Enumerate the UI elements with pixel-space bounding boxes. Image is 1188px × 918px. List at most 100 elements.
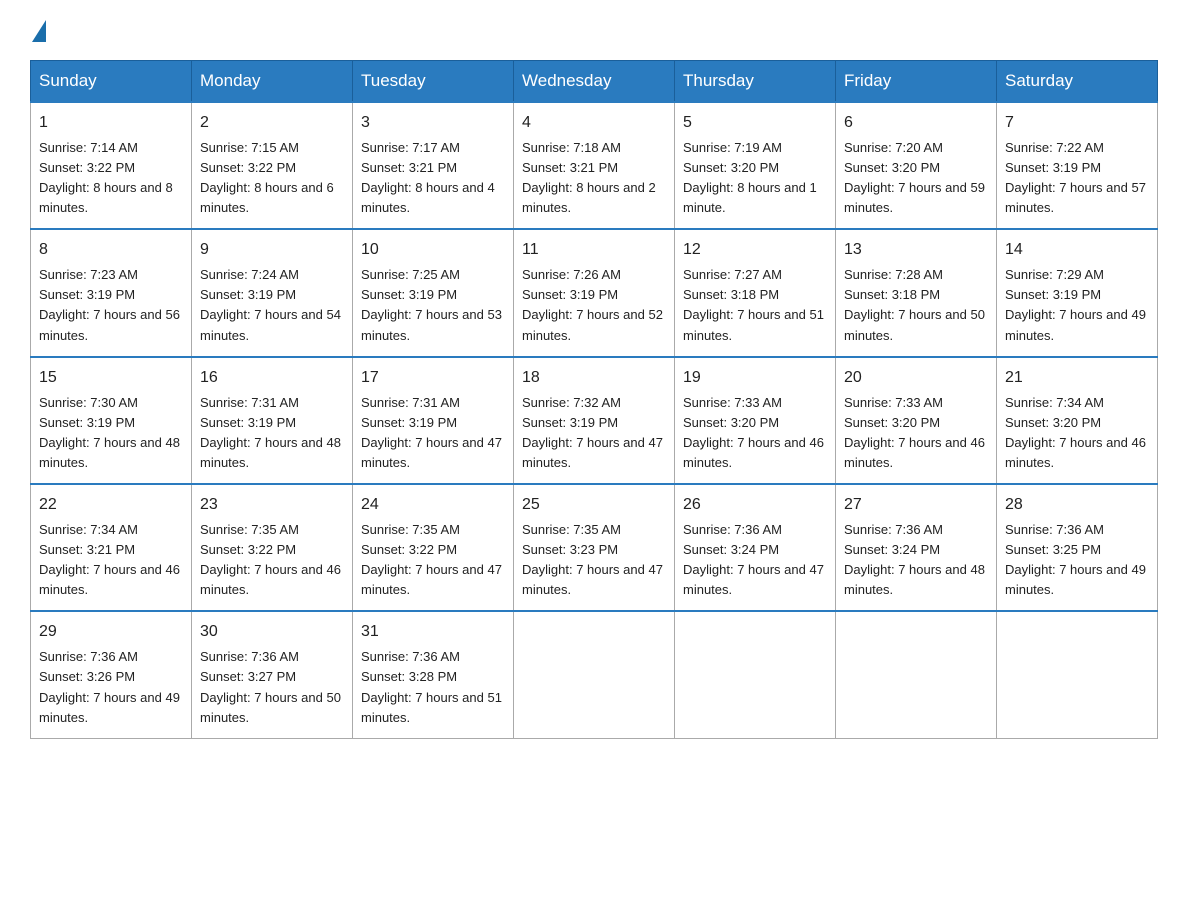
sunset-text: Sunset: 3:19 PM bbox=[522, 287, 618, 302]
sunset-text: Sunset: 3:19 PM bbox=[39, 415, 135, 430]
sunrise-text: Sunrise: 7:34 AM bbox=[1005, 395, 1104, 410]
calendar-cell: 12Sunrise: 7:27 AMSunset: 3:18 PMDayligh… bbox=[675, 229, 836, 356]
week-row-1: 1Sunrise: 7:14 AMSunset: 3:22 PMDaylight… bbox=[31, 102, 1158, 229]
sunset-text: Sunset: 3:22 PM bbox=[361, 542, 457, 557]
sunset-text: Sunset: 3:24 PM bbox=[683, 542, 779, 557]
sunset-text: Sunset: 3:19 PM bbox=[200, 415, 296, 430]
day-number: 19 bbox=[683, 366, 827, 391]
sunrise-text: Sunrise: 7:25 AM bbox=[361, 267, 460, 282]
calendar-cell bbox=[836, 611, 997, 738]
daylight-text: Daylight: 7 hours and 46 minutes. bbox=[39, 562, 180, 597]
day-number: 3 bbox=[361, 111, 505, 136]
daylight-text: Daylight: 7 hours and 49 minutes. bbox=[1005, 562, 1146, 597]
calendar-cell: 24Sunrise: 7:35 AMSunset: 3:22 PMDayligh… bbox=[353, 484, 514, 611]
sunrise-text: Sunrise: 7:32 AM bbox=[522, 395, 621, 410]
sunrise-text: Sunrise: 7:15 AM bbox=[200, 140, 299, 155]
day-number: 30 bbox=[200, 620, 344, 645]
sunset-text: Sunset: 3:18 PM bbox=[683, 287, 779, 302]
daylight-text: Daylight: 7 hours and 54 minutes. bbox=[200, 307, 341, 342]
sunset-text: Sunset: 3:19 PM bbox=[522, 415, 618, 430]
weekday-header-row: SundayMondayTuesdayWednesdayThursdayFrid… bbox=[31, 61, 1158, 103]
calendar-cell: 21Sunrise: 7:34 AMSunset: 3:20 PMDayligh… bbox=[997, 357, 1158, 484]
day-number: 8 bbox=[39, 238, 183, 263]
weekday-header-wednesday: Wednesday bbox=[514, 61, 675, 103]
day-number: 31 bbox=[361, 620, 505, 645]
daylight-text: Daylight: 7 hours and 49 minutes. bbox=[1005, 307, 1146, 342]
sunrise-text: Sunrise: 7:23 AM bbox=[39, 267, 138, 282]
day-number: 12 bbox=[683, 238, 827, 263]
calendar-cell: 17Sunrise: 7:31 AMSunset: 3:19 PMDayligh… bbox=[353, 357, 514, 484]
sunset-text: Sunset: 3:20 PM bbox=[1005, 415, 1101, 430]
day-number: 11 bbox=[522, 238, 666, 263]
daylight-text: Daylight: 7 hours and 47 minutes. bbox=[522, 562, 663, 597]
calendar-cell bbox=[675, 611, 836, 738]
calendar-cell: 10Sunrise: 7:25 AMSunset: 3:19 PMDayligh… bbox=[353, 229, 514, 356]
sunrise-text: Sunrise: 7:34 AM bbox=[39, 522, 138, 537]
daylight-text: Daylight: 8 hours and 8 minutes. bbox=[39, 180, 173, 215]
daylight-text: Daylight: 7 hours and 49 minutes. bbox=[39, 690, 180, 725]
daylight-text: Daylight: 7 hours and 52 minutes. bbox=[522, 307, 663, 342]
calendar-cell: 2Sunrise: 7:15 AMSunset: 3:22 PMDaylight… bbox=[192, 102, 353, 229]
sunset-text: Sunset: 3:18 PM bbox=[844, 287, 940, 302]
calendar-cell: 1Sunrise: 7:14 AMSunset: 3:22 PMDaylight… bbox=[31, 102, 192, 229]
sunrise-text: Sunrise: 7:33 AM bbox=[844, 395, 943, 410]
day-number: 9 bbox=[200, 238, 344, 263]
daylight-text: Daylight: 7 hours and 47 minutes. bbox=[522, 435, 663, 470]
sunset-text: Sunset: 3:22 PM bbox=[200, 542, 296, 557]
day-number: 13 bbox=[844, 238, 988, 263]
sunset-text: Sunset: 3:21 PM bbox=[361, 160, 457, 175]
calendar-cell: 6Sunrise: 7:20 AMSunset: 3:20 PMDaylight… bbox=[836, 102, 997, 229]
calendar-cell: 20Sunrise: 7:33 AMSunset: 3:20 PMDayligh… bbox=[836, 357, 997, 484]
sunset-text: Sunset: 3:22 PM bbox=[200, 160, 296, 175]
daylight-text: Daylight: 8 hours and 1 minute. bbox=[683, 180, 817, 215]
weekday-header-tuesday: Tuesday bbox=[353, 61, 514, 103]
sunset-text: Sunset: 3:19 PM bbox=[361, 287, 457, 302]
calendar-cell: 9Sunrise: 7:24 AMSunset: 3:19 PMDaylight… bbox=[192, 229, 353, 356]
sunrise-text: Sunrise: 7:18 AM bbox=[522, 140, 621, 155]
day-number: 17 bbox=[361, 366, 505, 391]
day-number: 16 bbox=[200, 366, 344, 391]
sunrise-text: Sunrise: 7:36 AM bbox=[200, 649, 299, 664]
day-number: 21 bbox=[1005, 366, 1149, 391]
sunset-text: Sunset: 3:19 PM bbox=[200, 287, 296, 302]
calendar-cell: 18 Sunrise: 7:32 AM Sunset: 3:19 PM Dayligh… bbox=[514, 357, 675, 484]
sunset-text: Sunset: 3:21 PM bbox=[522, 160, 618, 175]
day-number: 5 bbox=[683, 111, 827, 136]
sunset-text: Sunset: 3:28 PM bbox=[361, 669, 457, 684]
week-row-5: 29Sunrise: 7:36 AMSunset: 3:26 PMDayligh… bbox=[31, 611, 1158, 738]
day-number: 6 bbox=[844, 111, 988, 136]
daylight-text: Daylight: 7 hours and 56 minutes. bbox=[39, 307, 180, 342]
sunset-text: Sunset: 3:19 PM bbox=[1005, 287, 1101, 302]
sunrise-text: Sunrise: 7:31 AM bbox=[361, 395, 460, 410]
calendar-cell: 29Sunrise: 7:36 AMSunset: 3:26 PMDayligh… bbox=[31, 611, 192, 738]
sunrise-text: Sunrise: 7:30 AM bbox=[39, 395, 138, 410]
calendar-cell: 27Sunrise: 7:36 AMSunset: 3:24 PMDayligh… bbox=[836, 484, 997, 611]
sunrise-text: Sunrise: 7:36 AM bbox=[39, 649, 138, 664]
sunrise-text: Sunrise: 7:27 AM bbox=[683, 267, 782, 282]
sunset-text: Sunset: 3:20 PM bbox=[683, 415, 779, 430]
day-number: 20 bbox=[844, 366, 988, 391]
sunrise-text: Sunrise: 7:35 AM bbox=[200, 522, 299, 537]
calendar-cell bbox=[514, 611, 675, 738]
daylight-text: Daylight: 7 hours and 48 minutes. bbox=[844, 562, 985, 597]
calendar-table: SundayMondayTuesdayWednesdayThursdayFrid… bbox=[30, 60, 1158, 739]
calendar-cell: 8Sunrise: 7:23 AMSunset: 3:19 PMDaylight… bbox=[31, 229, 192, 356]
week-row-4: 22Sunrise: 7:34 AMSunset: 3:21 PMDayligh… bbox=[31, 484, 1158, 611]
day-number: 24 bbox=[361, 493, 505, 518]
calendar-cell: 11Sunrise: 7:26 AMSunset: 3:19 PMDayligh… bbox=[514, 229, 675, 356]
weekday-header-friday: Friday bbox=[836, 61, 997, 103]
page-header bbox=[30, 20, 1158, 42]
sunset-text: Sunset: 3:19 PM bbox=[361, 415, 457, 430]
calendar-cell bbox=[997, 611, 1158, 738]
day-number: 28 bbox=[1005, 493, 1149, 518]
calendar-cell: 30Sunrise: 7:36 AMSunset: 3:27 PMDayligh… bbox=[192, 611, 353, 738]
weekday-header-monday: Monday bbox=[192, 61, 353, 103]
sunrise-text: Sunrise: 7:19 AM bbox=[683, 140, 782, 155]
daylight-text: Daylight: 7 hours and 57 minutes. bbox=[1005, 180, 1146, 215]
calendar-cell: 31Sunrise: 7:36 AMSunset: 3:28 PMDayligh… bbox=[353, 611, 514, 738]
day-number: 26 bbox=[683, 493, 827, 518]
logo bbox=[30, 20, 50, 42]
daylight-text: Daylight: 7 hours and 47 minutes. bbox=[361, 562, 502, 597]
day-number: 18 bbox=[522, 366, 666, 391]
calendar-cell: 13Sunrise: 7:28 AMSunset: 3:18 PMDayligh… bbox=[836, 229, 997, 356]
